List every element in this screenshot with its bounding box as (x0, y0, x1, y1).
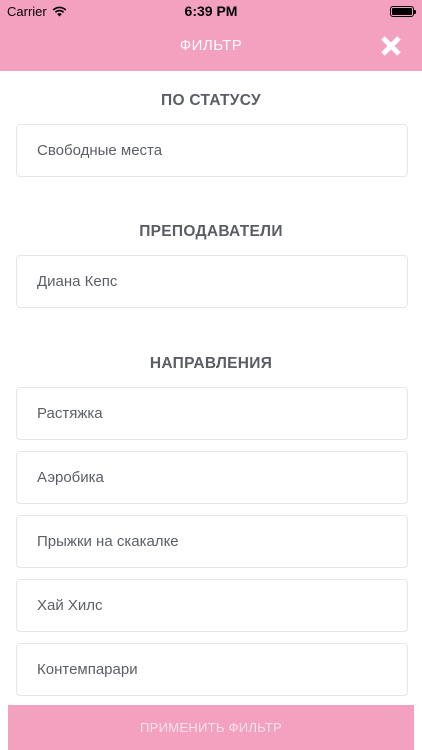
close-button[interactable] (376, 31, 406, 61)
option-label: Контемпарари (37, 661, 138, 678)
option-label: Диана Кепс (37, 273, 118, 290)
status-bar: Carrier 6:39 PM (0, 0, 422, 24)
section-title-teachers: ПРЕПОДАВАТЕЛИ (139, 223, 283, 240)
option-label: Хай Хилс (37, 597, 103, 614)
option-teacher[interactable]: Диана Кепс (16, 255, 408, 308)
option-direction[interactable]: Хай Хилс (16, 579, 408, 632)
option-label: Растяжка (37, 405, 103, 422)
page-title: ФИЛЬТР (179, 37, 243, 54)
option-label: Аэробика (37, 469, 104, 486)
option-label: Прыжки на скакалке (37, 533, 179, 550)
option-direction[interactable]: Прыжки на скакалке (16, 515, 408, 568)
apply-filter-button[interactable]: ПРИМЕНИТЬ ФИЛЬТР (8, 705, 414, 750)
header-bar: ФИЛЬТР (0, 24, 422, 71)
section-title-directions: НАПРАВЛЕНИЯ (149, 355, 273, 372)
option-direction[interactable]: Аэробика (16, 451, 408, 504)
option-direction[interactable]: Контемпарари (16, 643, 408, 696)
battery-icon (390, 6, 416, 17)
option-free-places[interactable]: Свободные места (16, 124, 408, 177)
battery-level (392, 8, 412, 15)
option-direction[interactable]: Растяжка (16, 387, 408, 440)
section-title-status: ПО СТАТУСУ (161, 92, 261, 109)
option-label: Свободные места (37, 142, 163, 159)
close-icon (381, 36, 401, 56)
status-time: 6:39 PM (184, 3, 238, 19)
